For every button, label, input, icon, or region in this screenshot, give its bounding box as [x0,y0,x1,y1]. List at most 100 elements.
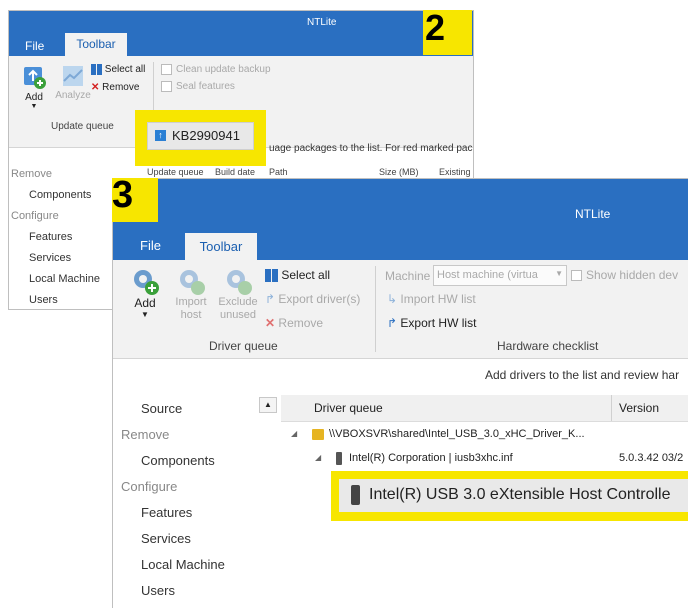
tab-file[interactable]: File [140,238,161,253]
vendor-label: Intel(R) Corporation | iusb3xhc.inf [349,452,513,464]
sidebar-item-services[interactable]: Services [29,252,71,264]
add-button[interactable]: Add ▼ [17,64,51,126]
tree-row-folder[interactable]: ◢ \\VBOXSVR\shared\Intel_USB_3.0_xHC_Dri… [281,426,688,446]
sidebar-section-remove: Remove [121,427,170,442]
remove-label: Remove [102,82,140,93]
show-hidden-checkbox[interactable]: Show hidden dev [571,268,678,282]
sidebar-item-local-machine[interactable]: Local Machine [29,273,100,285]
export-arrow-icon: ↱ [265,292,276,306]
tab-toolbar[interactable]: Toolbar [185,233,257,260]
hardware-checklist-group-label: Hardware checklist [497,339,599,353]
chevron-down-icon: ▼ [141,310,149,319]
import-host-button[interactable]: Import host [170,266,212,322]
show-hidden-label: Show hidden dev [586,268,679,282]
folder-path: \\VBOXSVR\shared\Intel_USB_3.0_xHC_Drive… [329,428,585,440]
sidebar-item-components[interactable]: Components [29,189,91,201]
analyze-label: Analyze [55,90,91,101]
chevron-down-icon: ▼ [555,269,563,278]
update-queue-group-label: Update queue [51,121,114,132]
add-button[interactable]: Add ▼ [127,266,163,319]
column-header-size[interactable]: Size (MB) [379,167,419,177]
sidebar-item-components[interactable]: Components [141,453,215,468]
sidebar-item-features[interactable]: Features [141,505,192,520]
seal-features-checkbox[interactable]: Seal features [161,81,235,92]
column-header-build-date[interactable]: Build date [215,167,255,177]
column-header-existing[interactable]: Existing [439,167,471,177]
kb-highlight: ↑ KB2990941 [135,110,266,166]
device-row[interactable]: Intel(R) USB 3.0 eXtensible Host Control… [339,479,688,512]
usb-device-icon [351,485,360,505]
grid-icon [265,269,278,283]
tree-row-vendor[interactable]: ◢ Intel(R) Corporation | iusb3xhc.inf 5.… [281,450,688,470]
remove-label: Remove [278,316,324,330]
version-cell: 5.0.3.42 03/2 [619,452,684,464]
sidebar-section-configure: Configure [11,210,59,222]
import-hw-list-label: Import HW list [400,292,476,306]
kb-item[interactable]: ↑ KB2990941 [147,122,254,150]
analyze-chart-icon [63,66,83,86]
import-hw-list-button[interactable]: ↳ Import HW list [387,292,476,306]
clean-update-backup-label: Clean update backup [176,64,271,76]
sidebar-scroll-up-button[interactable]: ▲ [259,397,277,413]
machine-select-value: Host machine (virtua [437,269,538,281]
add-label: Add [134,296,156,310]
export-drivers-button[interactable]: ↱ Export driver(s) [265,292,360,306]
machine-select[interactable]: Host machine (virtua ▼ [433,265,567,286]
column-header-version[interactable]: Version [619,401,659,415]
title-bar: NTLite File Toolbar [9,11,473,56]
expand-arrow-icon[interactable]: ◢ [315,453,321,462]
ribbon-divider [375,266,376,352]
hint-text: uage packages to the list. For red marke… [269,143,473,154]
analyze-button[interactable]: Analyze [53,64,93,101]
exclude-unused-button[interactable]: Exclude unused [215,266,261,322]
remove-button[interactable]: ✕ Remove [265,316,323,330]
sidebar-item-services[interactable]: Services [141,531,191,546]
tab-file[interactable]: File [25,39,44,53]
export-hw-list-label: Export HW list [400,316,477,330]
sidebar-item-local-machine[interactable]: Local Machine [141,557,225,572]
sidebar-section-remove: Remove [11,168,52,180]
window-title: NTLite [575,207,611,221]
close-icon: ✕ [265,316,276,330]
select-all-button[interactable]: Select all [265,268,331,283]
sidebar-item-users[interactable]: Users [141,583,175,598]
gear-filter-icon [227,270,252,295]
close-icon: ✕ [91,82,100,93]
add-label: Add [25,92,43,103]
remove-button[interactable]: ✕ Remove [91,82,139,93]
export-arrow-icon: ↱ [387,316,398,330]
driver-grid-header: Driver queue Version [281,395,688,422]
sidebar-item-source[interactable]: Source [141,401,182,416]
update-package-icon: ↑ [155,130,166,141]
sidebar-item-users[interactable]: Users [29,294,58,306]
window-title: NTLite [307,17,337,28]
column-header-path[interactable]: Path [269,167,288,177]
gear-add-icon [134,270,159,295]
grid-icon [91,64,102,75]
exclude-unused-label: Exclude unused [218,296,258,321]
device-label: Intel(R) USB 3.0 eXtensible Host Control… [369,486,671,503]
export-drivers-label: Export driver(s) [278,292,361,306]
machine-label: Machine [385,269,431,283]
clean-update-backup-checkbox[interactable]: Clean update backup [161,64,271,75]
column-header-driver-queue[interactable]: Driver queue [314,401,383,415]
gear-import-icon [180,270,205,295]
select-all-label: Select all [281,268,331,282]
title-bar: NTLite File Toolbar [113,179,688,260]
step-badge-2: 2 [423,10,472,55]
chevron-down-icon: ▼ [30,103,38,110]
hint-text: Add drivers to the list and review har [485,368,680,382]
tab-toolbar[interactable]: Toolbar [65,33,127,56]
usb-device-icon [336,452,342,465]
ntlite-window-driver-queue: NTLite File Toolbar Add ▼ Import host Ex… [112,178,688,608]
driver-queue-group-label: Driver queue [209,339,278,353]
column-header-update-queue[interactable]: Update queue [147,167,204,177]
checkbox-box [571,270,582,282]
export-hw-list-button[interactable]: ↱ Export HW list [387,316,476,330]
checkbox-box [161,81,172,92]
column-divider [611,395,612,421]
expand-arrow-icon[interactable]: ◢ [291,429,297,438]
ribbon: Add ▼ Import host Exclude unused Select … [113,260,688,359]
sidebar-item-features[interactable]: Features [29,231,72,243]
select-all-button[interactable]: Select all [91,64,145,75]
